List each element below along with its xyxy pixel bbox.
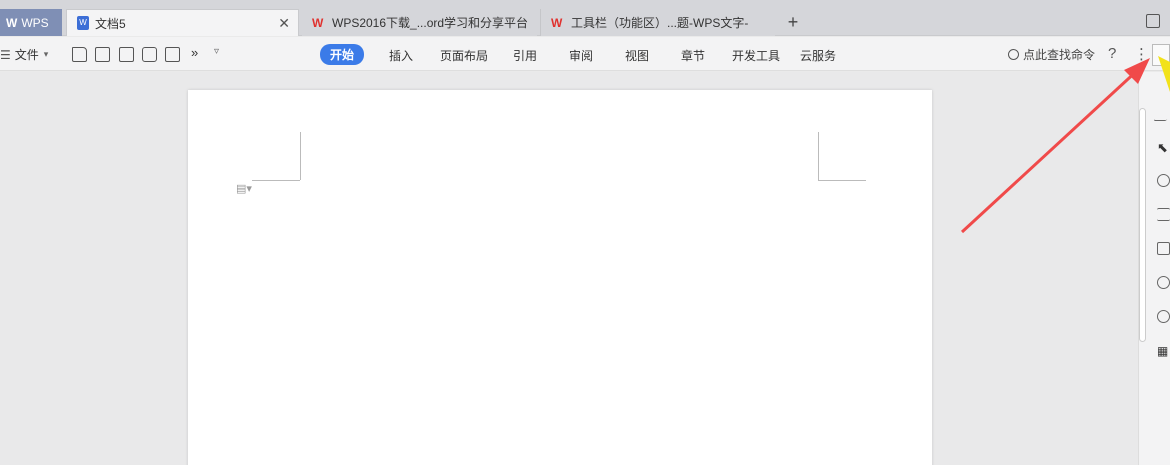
customize-icon[interactable]: ▿ — [214, 46, 219, 57]
help-icon[interactable]: ? — [1108, 45, 1116, 62]
ribbon-tab-developer[interactable]: 开发工具 — [732, 47, 780, 64]
wps-logo-icon: W — [6, 15, 18, 30]
open-folder-icon[interactable] — [72, 47, 87, 62]
ribbon-tab-references[interactable]: 引用 — [513, 47, 537, 64]
tab-document-label: 文档5 — [95, 16, 126, 31]
ribbon-tab-view[interactable]: 视图 — [625, 47, 649, 64]
paragraph-options-icon[interactable]: ▤▾ — [236, 182, 252, 195]
ribbon-toolbar: ☰ 文件 ▾ » ▿ 开始 插入 页面布局 引用 审阅 视图 章节 开发工具 云… — [0, 37, 1170, 71]
document-area: ▤▾ — [0, 72, 1138, 465]
export-pdf-icon[interactable] — [119, 47, 134, 62]
tab-web-1-label: WPS2016下载_...ord学习和分享平台 — [332, 16, 529, 30]
command-search[interactable]: 点此查找命令 — [1008, 46, 1095, 63]
add-tab-icon[interactable]: + — [784, 12, 802, 32]
margin-corner-top-right-h — [818, 180, 866, 181]
hamburger-icon: ☰ — [0, 47, 11, 62]
adjust-icon[interactable] — [1157, 208, 1170, 221]
help-circle-icon[interactable] — [1157, 310, 1170, 323]
history-icon[interactable] — [1157, 276, 1170, 289]
more-tools-button[interactable]: » — [191, 45, 198, 60]
tab-web-1[interactable]: W WPS2016下载_...ord学习和分享平台 — [302, 9, 537, 36]
wps-web-icon: W — [551, 15, 563, 30]
save-icon[interactable] — [95, 47, 110, 62]
tab-web-2[interactable]: W 工具栏（功能区）...题-WPS文字- — [540, 9, 775, 36]
ribbon-tab-section[interactable]: 章节 — [681, 47, 705, 64]
ribbon-tab-review[interactable]: 审阅 — [569, 47, 593, 64]
tab-bar: W WPS W 文档5 ✕ W WPS2016下载_...ord学习和分享平台 … — [0, 0, 1170, 36]
print-icon[interactable] — [142, 47, 157, 62]
ribbon-tab-home[interactable]: 开始 — [320, 44, 365, 65]
window-layout-icon[interactable] — [1146, 14, 1160, 28]
margin-corner-top-left — [300, 132, 301, 180]
search-icon — [1008, 49, 1019, 60]
wps-web-icon: W — [312, 15, 324, 30]
file-menu-button[interactable]: ☰ 文件 ▾ — [0, 46, 48, 63]
style-icon[interactable] — [1153, 108, 1170, 121]
ribbon-tab-insert[interactable]: 插入 — [389, 47, 413, 64]
backup-icon[interactable] — [1157, 242, 1170, 255]
print-preview-icon[interactable] — [165, 47, 180, 62]
apps-grid-icon[interactable]: ▦ — [1157, 344, 1170, 358]
select-cursor-icon[interactable]: ⬉ — [1157, 140, 1170, 155]
vertical-scrollbar[interactable] — [1139, 108, 1146, 342]
margin-corner-top-right — [818, 132, 819, 180]
tab-document[interactable]: W 文档5 ✕ — [66, 9, 299, 36]
document-icon: W — [77, 16, 89, 30]
file-menu-label: 文件 — [14, 48, 39, 62]
more-options-icon[interactable]: ⋮ — [1134, 45, 1149, 63]
ribbon-tab-page-layout[interactable]: 页面布局 — [440, 47, 488, 64]
ribbon-tab-cloud[interactable]: 云服务 — [800, 47, 836, 64]
command-search-placeholder: 点此查找命令 — [1023, 48, 1096, 62]
right-sidebar: ⬉ ▦ — [1138, 72, 1170, 465]
tab-wps-home[interactable]: W WPS — [0, 9, 62, 36]
tab-web-2-label: 工具栏（功能区）...题-WPS文字- — [571, 16, 749, 30]
document-page[interactable]: ▤▾ — [188, 90, 932, 465]
margin-corner-top-left-h — [252, 180, 300, 181]
shape-icon[interactable] — [1157, 174, 1170, 187]
tab-wps-label: WPS — [21, 15, 49, 30]
close-icon[interactable]: ✕ — [278, 15, 290, 32]
chevron-down-icon: ▾ — [43, 49, 49, 59]
collapse-ribbon-button[interactable] — [1152, 44, 1170, 66]
